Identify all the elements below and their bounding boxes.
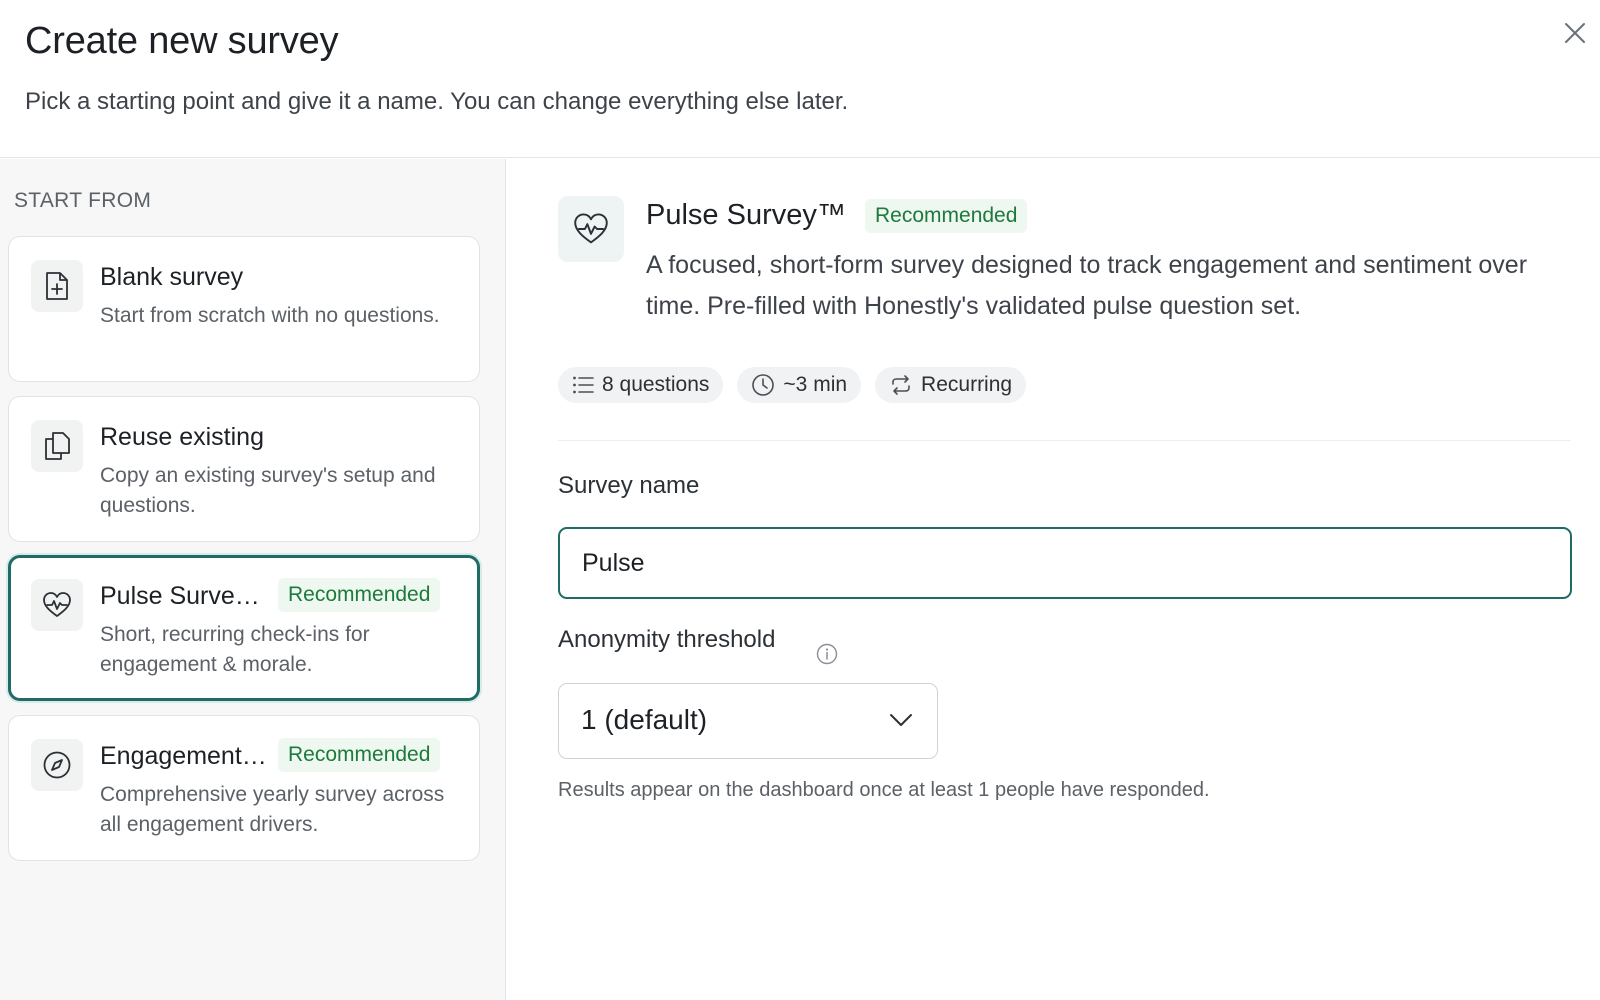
recommended-badge: Recommended bbox=[278, 738, 441, 772]
anonymity-threshold-label: Anonymity threshold bbox=[558, 626, 776, 653]
start-from-sidebar: START FROM Blank survey Start from scrat… bbox=[0, 159, 506, 1000]
recurring-chip: Recurring bbox=[875, 367, 1027, 403]
close-button[interactable] bbox=[1560, 18, 1590, 48]
questions-count-chip: 8 questions bbox=[558, 367, 724, 403]
option-description: Copy an existing survey's setup and ques… bbox=[100, 464, 436, 517]
file-plus-icon bbox=[31, 260, 83, 312]
detail-description: A focused, short-form survey designed to… bbox=[646, 251, 1528, 320]
chip-label: ~3 min bbox=[783, 373, 848, 396]
survey-name-label: Survey name bbox=[558, 472, 700, 499]
threshold-help-text: Results appear on the dashboard once at … bbox=[558, 779, 1210, 801]
heart-pulse-icon bbox=[558, 196, 624, 262]
select-value: 1 (default) bbox=[581, 704, 708, 735]
option-pulse-survey[interactable]: Pulse Survey™ Recommended Short, recurri… bbox=[8, 555, 480, 701]
survey-name-input[interactable] bbox=[558, 527, 1572, 599]
compass-icon bbox=[31, 739, 83, 791]
heart-pulse-icon bbox=[31, 579, 83, 631]
option-title: Blank survey bbox=[100, 263, 244, 291]
close-icon bbox=[1565, 23, 1585, 43]
chip-label: Recurring bbox=[921, 373, 1013, 396]
option-engagement-survey[interactable]: Engagement Survey Recommended Comprehens… bbox=[8, 715, 480, 861]
option-title: Pulse Survey™ bbox=[100, 582, 268, 610]
option-description: Start from scratch with no questions. bbox=[100, 304, 440, 327]
duration-chip: ~3 min bbox=[737, 367, 862, 403]
modal-subtitle: Pick a starting point and give it a name… bbox=[25, 88, 849, 115]
option-title: Reuse existing bbox=[100, 423, 264, 451]
recommended-badge: Recommended bbox=[865, 199, 1028, 233]
option-blank-survey[interactable]: Blank survey Start from scratch with no … bbox=[8, 236, 480, 382]
survey-meta-chips: 8 questions ~3 min Recurring bbox=[558, 367, 1027, 403]
sidebar-heading: START FROM bbox=[14, 189, 152, 212]
info-icon[interactable] bbox=[816, 643, 838, 665]
list-icon bbox=[573, 376, 594, 394]
chevron-down-icon bbox=[890, 714, 912, 726]
detail-title: Pulse Survey™ bbox=[646, 199, 846, 231]
option-title: Engagement Survey bbox=[100, 742, 268, 770]
clock-icon bbox=[752, 374, 775, 396]
anonymity-threshold-select[interactable]: 1 (default) bbox=[558, 683, 938, 759]
option-description: Short, recurring check-ins for engagemen… bbox=[100, 623, 370, 676]
option-description: Comprehensive yearly survey across all e… bbox=[100, 783, 445, 836]
modal-title: Create new survey bbox=[25, 20, 339, 62]
modal-header: Create new survey Pick a starting point … bbox=[0, 0, 1600, 158]
chip-label: 8 questions bbox=[602, 373, 710, 396]
copy-icon bbox=[31, 420, 83, 472]
section-divider bbox=[558, 440, 1571, 441]
recommended-badge: Recommended bbox=[278, 578, 441, 612]
repeat-icon bbox=[892, 375, 910, 395]
survey-detail-panel: Pulse Survey™ Recommended A focused, sho… bbox=[507, 159, 1600, 1000]
option-reuse-existing[interactable]: Reuse existing Copy an existing survey's… bbox=[8, 396, 480, 542]
create-survey-modal: Create new survey Pick a starting point … bbox=[0, 0, 1600, 1000]
